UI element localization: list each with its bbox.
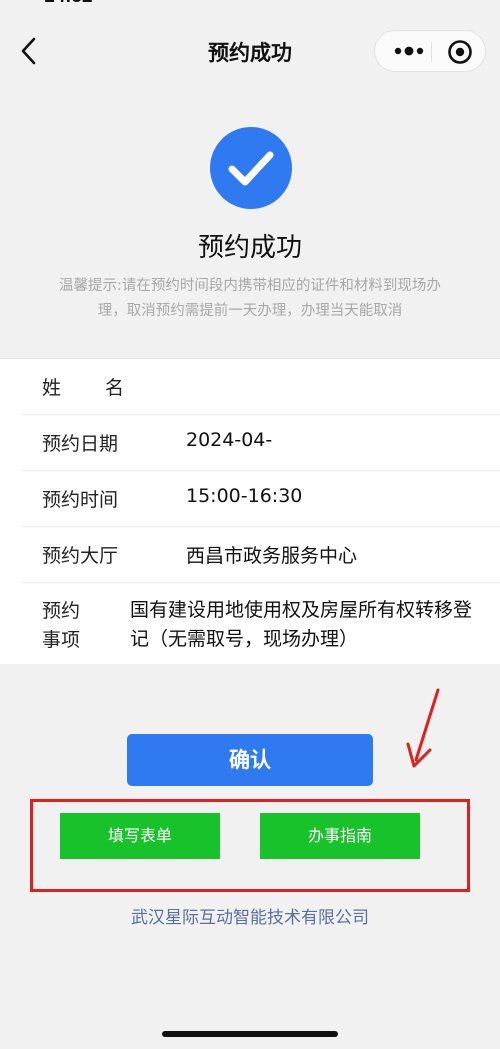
date-label: 预约日期	[42, 433, 119, 455]
reminder-tip-line2: 理，取消预约需提前一天办理，办理当天能取消	[97, 303, 403, 319]
more-dots-icon	[394, 46, 424, 56]
company-name: 武汉星际互动智能技术有限公司	[131, 908, 369, 928]
row-time: 预约时间 15:00-16:30	[22, 471, 500, 527]
row-date: 预约日期 2024-04-	[22, 415, 500, 471]
hall-value: 西昌市政务服务中心	[186, 545, 358, 567]
home-indicator[interactable]	[162, 1031, 338, 1037]
name-label: 姓名	[42, 377, 169, 399]
page: 14:52 ▮▮ ◔ ▭ 预约成功	[0, 0, 500, 1049]
hall-label: 预约大厅	[42, 545, 119, 567]
fill-form-button[interactable]: 填写表单	[60, 813, 220, 859]
mini-program-capsule	[374, 30, 486, 72]
target-circle-icon	[448, 40, 472, 64]
date-value: 2024-04-	[186, 429, 273, 451]
reminder-tip: 温馨提示:请在预约时间段内携带相应的证件和材料到现场办 理，取消预约需提前一天办…	[30, 274, 470, 324]
nav-bar: 预约成功	[0, 22, 500, 80]
status-icons: ▮▮ ◔ ▭	[396, 0, 470, 2]
close-miniprogram-button[interactable]	[447, 39, 473, 65]
row-hall: 预约大厅 西昌市政务服务中心	[22, 527, 500, 583]
item-value: 国有建设用地使用权及房屋所有权转移登记（无需取号，现场办理）	[130, 599, 473, 650]
reminder-tip-line1: 温馨提示:请在预约时间段内携带相应的证件和材料到现场办	[59, 278, 441, 294]
service-guide-button[interactable]: 办事指南	[260, 813, 420, 859]
capsule-divider	[431, 42, 432, 62]
success-check-icon	[210, 127, 292, 209]
checkmark-icon	[228, 151, 274, 186]
appointment-info-card: 姓名 预约日期 2024-04- 预约时间 15:00-16:30 预约大厅 西…	[0, 358, 500, 664]
item-label-line2: 事项	[42, 629, 81, 651]
success-title: 预约成功	[197, 233, 302, 263]
annotation-arrow-icon	[406, 688, 440, 768]
more-button[interactable]	[389, 40, 429, 62]
row-item: 预约 事项 国有建设用地使用权及房屋所有权转移登记（无需取号，现场办理）	[22, 585, 500, 665]
row-name: 姓名	[22, 359, 500, 415]
time-label: 预约时间	[42, 489, 119, 511]
confirm-button[interactable]: 确认	[127, 734, 373, 786]
status-bar: 14:52 ▮▮ ◔ ▭	[0, 0, 500, 8]
time-value: 15:00-16:30	[186, 485, 303, 507]
status-time: 14:52	[44, 0, 93, 8]
item-label-line1: 预约	[42, 600, 81, 622]
